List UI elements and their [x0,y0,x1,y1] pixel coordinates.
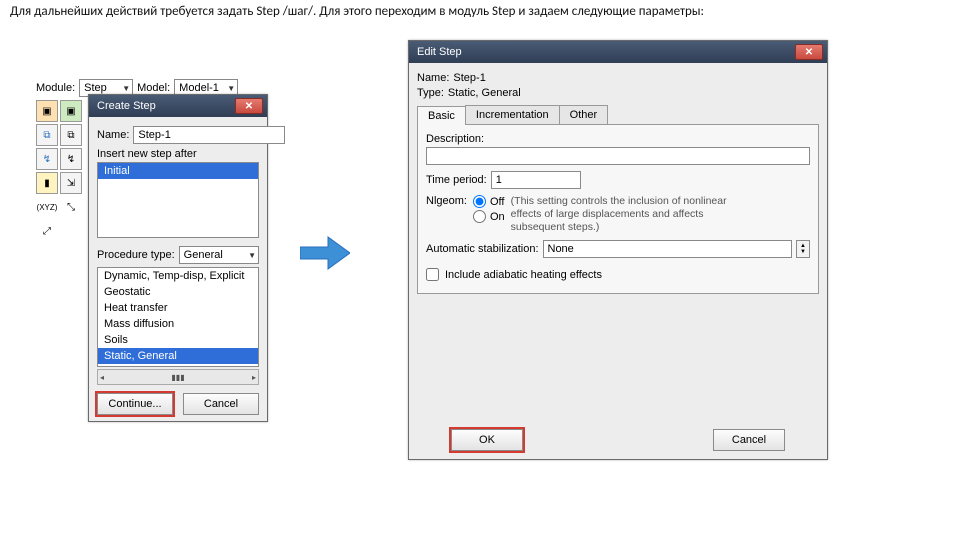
module-label: Module: [36,82,75,94]
tool-icon[interactable]: ⇲ [60,172,82,194]
xyz-icon[interactable]: (XYZ) [36,196,58,218]
list-item[interactable]: Geostatic [98,284,258,300]
tool-icon[interactable]: ⧉ [60,124,82,146]
chevron-down-icon: ▼ [122,84,130,93]
list-item[interactable]: Soils [98,332,258,348]
tool-icon[interactable]: ↯ [36,148,58,170]
insert-after-label: Insert new step after [97,148,259,160]
stabilization-label: Automatic stabilization: [426,243,539,255]
procedure-list[interactable]: Dynamic, Temp-disp, ExplicitGeostaticHea… [97,267,259,367]
tab-incrementation[interactable]: Incrementation [465,105,560,124]
radio-label: On [490,211,505,223]
stabilization-combo[interactable]: None [543,240,793,258]
dialog-title: Create Step [97,100,156,112]
tool-icon[interactable]: ▮ [36,172,58,194]
dialog-title: Edit Step [417,46,462,58]
chevron-down-icon: ▼ [227,84,235,93]
list-item[interactable]: Mass diffusion [98,316,258,332]
radio-label: Off [490,196,504,208]
description-label: Description: [426,133,810,145]
tool-icon[interactable]: ↯ [60,148,82,170]
insert-after-list[interactable]: Initial [97,162,259,238]
titlebar[interactable]: Create Step ✕ [89,95,267,117]
left-toolbox: ▣ ▣ ⧉ ⧉ ↯ ↯ ▮ ⇲ (XYZ) ⤡ ⤢ [36,100,82,242]
tool-icon[interactable]: ▣ [60,100,82,122]
titlebar[interactable]: Edit Step ✕ [409,41,827,63]
step-name-input[interactable] [133,126,285,144]
procedure-type-value: General [184,249,223,261]
ok-button[interactable]: OK [451,429,523,451]
cancel-button[interactable]: Cancel [713,429,785,451]
spinner[interactable]: ▲▼ [796,240,810,258]
list-item[interactable]: Initial [98,163,258,179]
chevron-down-icon: ▼ [248,251,256,260]
procedure-type-combo[interactable]: General ▼ [179,246,259,264]
tool-icon[interactable]: ⤡ [60,196,82,218]
type-label: Type: [417,87,444,99]
description-input[interactable] [426,147,810,165]
nlgeom-label: Nlgeom: [426,195,467,207]
tab-other[interactable]: Other [559,105,609,124]
horizontal-scrollbar[interactable]: ◂▮▮▮▸ [97,369,259,385]
adiabatic-checkbox[interactable] [426,268,439,281]
nlgeom-hint: (This setting controls the inclusion of … [511,195,741,234]
name-value: Step-1 [453,72,485,84]
radio[interactable] [473,195,486,208]
nlgeom-on-option[interactable]: On [473,210,505,223]
tab-panel-basic: Description: Time period: Nlgeom: Off On [417,124,819,294]
model-label: Model: [137,82,170,94]
type-value: Static, General [448,87,521,99]
stabilization-value: None [548,243,574,255]
name-label: Name: [417,72,449,84]
edit-step-dialog: Edit Step ✕ Name: Step-1 Type: Static, G… [408,40,828,460]
nlgeom-off-option[interactable]: Off [473,195,505,208]
tool-icon[interactable]: ⤢ [36,220,58,242]
radio[interactable] [473,210,486,223]
page-caption: Для дальнейших действий требуется задать… [10,4,704,19]
model-combo-value: Model-1 [179,82,219,94]
close-icon[interactable]: ✕ [235,98,263,114]
list-item[interactable]: Static, Riks [98,364,258,367]
time-period-label: Time period: [426,174,487,186]
list-item[interactable]: Static, General [98,348,258,364]
close-icon[interactable]: ✕ [795,44,823,60]
time-period-input[interactable] [491,171,581,189]
tab-basic[interactable]: Basic [417,106,466,125]
create-step-dialog: Create Step ✕ Name: Insert new step afte… [88,94,268,422]
name-label: Name: [97,129,129,141]
adiabatic-label: Include adiabatic heating effects [445,269,602,281]
list-item[interactable]: Heat transfer [98,300,258,316]
continue-button[interactable]: Continue... [97,393,173,415]
module-combo-value: Step [84,82,107,94]
tool-icon[interactable]: ▣ [36,100,58,122]
tool-icon[interactable]: ⧉ [36,124,58,146]
arrow-icon [300,235,350,271]
procedure-type-label: Procedure type: [97,249,175,261]
list-item[interactable]: Dynamic, Temp-disp, Explicit [98,268,258,284]
cancel-button[interactable]: Cancel [183,393,259,415]
